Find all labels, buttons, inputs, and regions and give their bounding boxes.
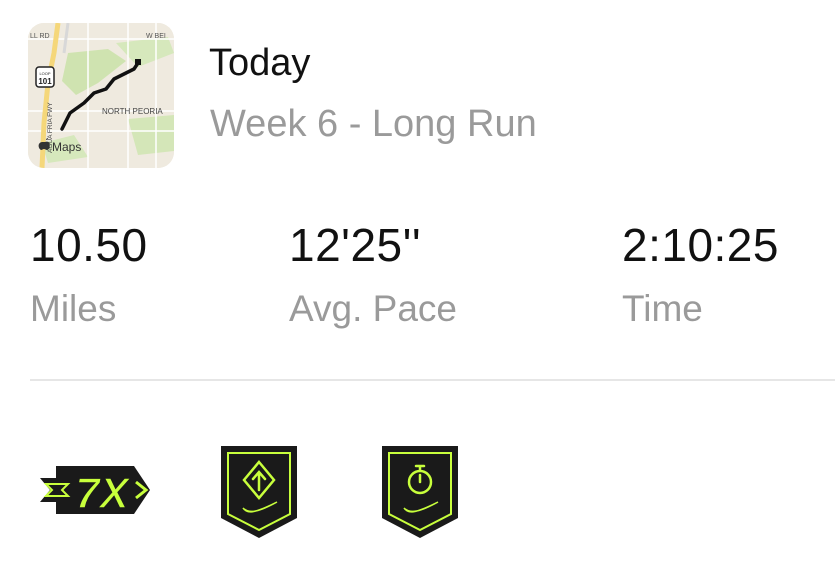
- 7x-streak-badge[interactable]: 7X: [38, 452, 152, 528]
- activity-title: Today: [209, 42, 311, 84]
- map-graphic: LOOP 101 LL RD W BEI NORTH PEORIA AGUA F…: [28, 23, 174, 168]
- direction-badge[interactable]: [219, 444, 299, 540]
- stat-time-value: 2:10:25: [622, 219, 779, 271]
- map-label-top-left: LL RD: [30, 33, 50, 40]
- stat-time: 2:10:25 Time: [622, 222, 779, 327]
- map-label-area: NORTH PEORIA: [102, 107, 163, 116]
- route-map-thumbnail[interactable]: LOOP 101 LL RD W BEI NORTH PEORIA AGUA F…: [28, 23, 174, 168]
- svg-text:101: 101: [38, 77, 52, 86]
- stat-pace-value: 12'25'': [289, 219, 422, 271]
- map-brand-label: Maps: [52, 140, 81, 154]
- map-label-top-right: W BEI: [146, 33, 166, 40]
- stat-pace-label: Avg. Pace: [289, 288, 457, 329]
- stat-pace: 12'25'' Avg. Pace: [289, 222, 457, 327]
- stopwatch-badge[interactable]: [380, 444, 460, 540]
- activity-subtitle: Week 6 - Long Run: [210, 103, 537, 145]
- svg-text:LOOP: LOOP: [39, 71, 50, 76]
- stat-distance: 10.50 Miles: [30, 222, 148, 327]
- stat-time-label: Time: [622, 288, 703, 329]
- 7x-badge-label: 7X: [75, 469, 131, 518]
- stat-distance-label: Miles: [30, 288, 117, 329]
- section-divider: [30, 379, 835, 381]
- stat-distance-value: 10.50: [30, 219, 148, 271]
